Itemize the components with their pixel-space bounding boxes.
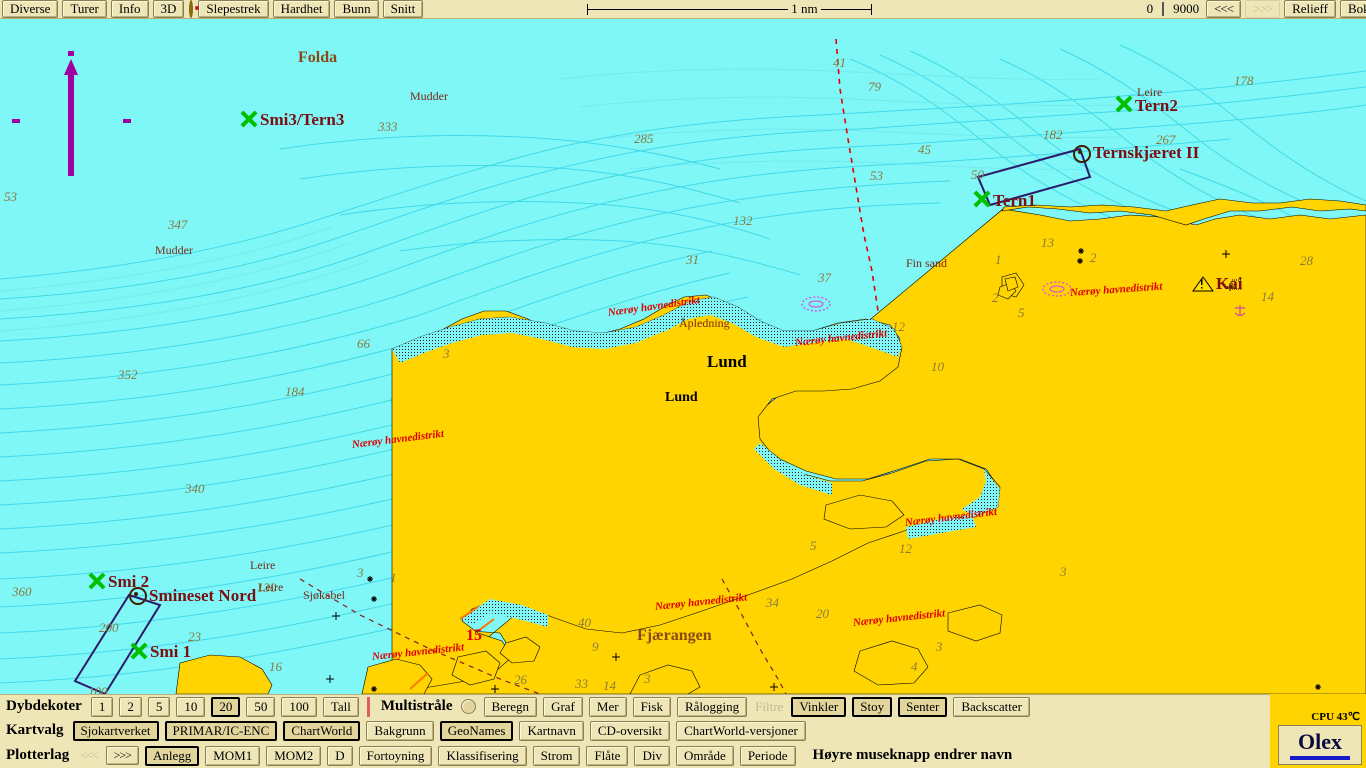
plotterlag-klassifisering[interactable]: Klassifisering <box>438 745 527 766</box>
dybdekoter-10[interactable]: 10 <box>176 696 206 717</box>
toolbar-separator <box>366 696 370 717</box>
kartvalg-label: Kartvalg <box>6 722 64 738</box>
plotterlag-fortoyning[interactable]: Fortoyning <box>358 745 433 766</box>
depth-scale-max: 9000 <box>1173 1 1200 16</box>
scale-line-left <box>588 8 789 10</box>
relieff-button[interactable]: Relieff <box>1284 0 1336 18</box>
filter-stoy[interactable]: Stoy <box>852 696 893 717</box>
filter-vinkler[interactable]: Vinkler <box>791 696 847 717</box>
prev-button[interactable]: <<< <box>1206 0 1242 18</box>
target-icon[interactable] <box>189 0 200 18</box>
multistrale-label: Multistråle <box>380 698 453 714</box>
filter-senter[interactable]: Senter <box>898 696 948 717</box>
multistrale-mer[interactable]: Mer <box>588 696 627 717</box>
dybdekoter-toolbar: Dybdekoter 1 2 5 10 20 50 100 Tall Multi… <box>0 694 1366 718</box>
site-circle-icon[interactable] <box>1073 145 1091 163</box>
dybdekoter-1[interactable]: 1 <box>90 696 114 717</box>
scale-label: 1 nm <box>791 1 818 16</box>
dybdekoter-20[interactable]: 20 <box>211 696 241 717</box>
plotterlag-mom1[interactable]: MOM1 <box>205 745 261 766</box>
menu-diverse[interactable]: Diverse <box>2 0 59 18</box>
depth-gradient-legend <box>1162 2 1165 16</box>
plotterlag-omrade[interactable]: Område <box>675 745 734 766</box>
scale-ruler: 1 nm <box>587 0 872 19</box>
waypoint-x-icon[interactable] <box>1113 94 1133 114</box>
dybdekoter-label: Dybdekoter <box>6 698 82 714</box>
multistrale-fisk[interactable]: Fisk <box>632 696 671 717</box>
plotterlag-strom[interactable]: Strom <box>532 745 581 766</box>
filtre-label: Filtre <box>755 698 784 714</box>
menu-slepestrek[interactable]: Slepestrek <box>198 0 269 18</box>
olex-logo-bar <box>1290 755 1350 760</box>
multistrale-ralogging[interactable]: Rålogging <box>676 696 748 717</box>
plotterlag-flate[interactable]: Flåte <box>586 745 629 766</box>
depth-scale-min: 0 <box>1146 1 1154 16</box>
menu-info[interactable]: Info <box>110 0 149 18</box>
kartvalg-bakgrunn[interactable]: Bakgrunn <box>366 720 434 741</box>
waypoint-x-icon[interactable] <box>971 189 991 209</box>
plotterlag-div[interactable]: Div <box>634 745 670 766</box>
menu-3d[interactable]: 3D <box>152 0 185 18</box>
multistrale-beregn[interactable]: Beregn <box>483 696 538 717</box>
menu-snitt[interactable]: Snitt <box>382 0 424 18</box>
kartvalg-cd-oversikt[interactable]: CD-oversikt <box>589 720 671 741</box>
site-circle-icon[interactable] <box>129 587 147 605</box>
chart-graphics <box>0 19 1366 694</box>
plotterlag-prev[interactable]: <<< <box>75 748 102 763</box>
olex-window: Diverse Turer Info 3D Slepestrek Hardhet… <box>0 0 1366 768</box>
top-toolbar: Diverse Turer Info 3D Slepestrek Hardhet… <box>0 0 1366 19</box>
dybdekoter-50[interactable]: 50 <box>246 696 276 717</box>
bokser-button[interactable]: Bokser <box>1339 0 1366 18</box>
kartvalg-sjokartverket[interactable]: Sjokartverket <box>72 720 159 741</box>
chart-canvas[interactable]: 53 347 333 285 41 79 45 53 178 182 267 50 132 31 37 13 2… <box>0 19 1366 694</box>
multistrale-graf[interactable]: Graf <box>543 696 583 717</box>
plotterlag-next[interactable]: >>> <box>105 746 139 765</box>
scale-tick-right <box>870 3 872 15</box>
kartvalg-chartworld-versjoner[interactable]: ChartWorld-versjoner <box>676 720 806 741</box>
scale-line-right <box>820 8 871 10</box>
waypoint-x-icon[interactable] <box>128 641 148 661</box>
cpu-temperature: CPU 43℃ <box>1311 711 1360 723</box>
plotterlag-anlegg[interactable]: Anlegg <box>144 745 200 766</box>
kartvalg-chartworld[interactable]: ChartWorld <box>283 720 361 741</box>
olex-logo-text: Olex <box>1298 728 1342 754</box>
plotterlag-mom2[interactable]: MOM2 <box>266 745 322 766</box>
waypoint-x-icon[interactable] <box>86 571 106 591</box>
dybdekoter-100[interactable]: 100 <box>281 696 317 717</box>
kartvalg-geonames[interactable]: GeoNames <box>439 720 514 741</box>
status-hint: Høyre museknapp endrer navn <box>812 747 1013 763</box>
plotterlag-d[interactable]: D <box>327 745 353 766</box>
kartvalg-primar-icenc[interactable]: PRIMAR/IC-ENC <box>164 720 278 741</box>
multistrale-radio[interactable] <box>460 699 476 714</box>
dybdekoter-2[interactable]: 2 <box>119 696 142 717</box>
waypoint-x-icon[interactable] <box>238 109 258 129</box>
dybdekoter-tall[interactable]: Tall <box>322 696 359 717</box>
kartvalg-toolbar: Kartvalg Sjokartverket PRIMAR/IC-ENC Cha… <box>0 718 1366 743</box>
dybdekoter-5[interactable]: 5 <box>147 696 171 717</box>
olex-logo: Olex <box>1278 725 1362 765</box>
kartvalg-kartnavn[interactable]: Kartnavn <box>519 720 584 741</box>
plotterlag-label: Plotterlag <box>6 747 70 763</box>
menu-turer[interactable]: Turer <box>62 0 107 18</box>
plotterlag-periode[interactable]: Periode <box>739 745 796 766</box>
backscatter-button[interactable]: Backscatter <box>953 696 1030 717</box>
next-button[interactable]: >>> <box>1245 0 1281 18</box>
menu-hardhet[interactable]: Hardhet <box>272 0 331 18</box>
plotterlag-toolbar: Plotterlag <<< >>> Anlegg MOM1 MOM2 D Fo… <box>0 743 1366 768</box>
menu-bunn[interactable]: Bunn <box>334 0 379 18</box>
